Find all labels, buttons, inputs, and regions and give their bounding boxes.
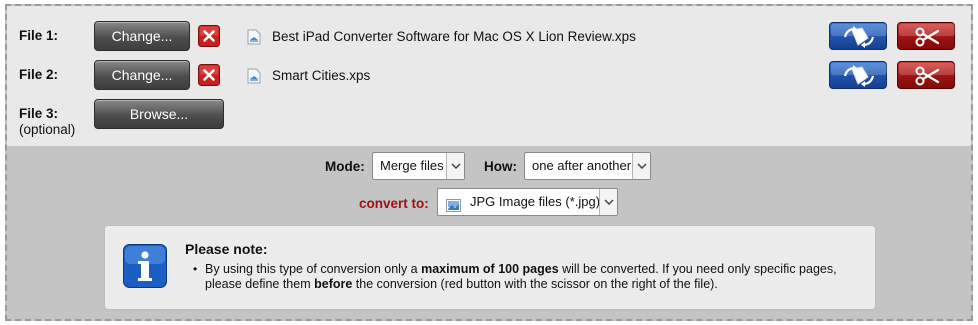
info-icon [123,244,167,288]
file-1-label: File 1: [19,28,59,43]
note-text: By using this type of conversion only a … [205,262,855,292]
conversion-options: Mode: Merge files How: one after another… [7,146,971,319]
mode-select-value: Merge files [380,158,444,173]
note-bold-max-pages: maximum of 100 pages [421,262,559,276]
how-label: How: [484,159,517,174]
chevron-down-icon [599,189,617,215]
convert-file-2-button[interactable] [829,61,887,89]
chevron-down-icon [632,153,650,179]
xps-file-icon [246,29,262,45]
change-file-2-button[interactable]: Change... [94,60,190,90]
file-list: File 1: Change... Best iPad Converter So… [7,6,971,146]
split-file-2-scissor-button[interactable] [897,61,955,89]
mode-select[interactable]: Merge files [372,152,465,180]
file-2-label: File 2: [19,67,59,82]
file-row-2: File 2: Change... Smart Cities.xps [7,58,971,92]
convert-to-label: convert to: [359,196,429,211]
file-2-name: Smart Cities.xps [272,68,371,83]
chevron-down-icon [446,153,464,179]
how-select-value: one after another [532,158,632,173]
note-text-part-1: By using this type of conversion only a [205,262,422,276]
jpg-image-icon [446,195,461,221]
note-title: Please note: [185,241,268,257]
convert-file-1-button[interactable] [829,22,887,50]
file-row-3: File 3: (optional) Browse... [7,97,971,137]
note-bold-before: before [314,277,353,291]
how-select[interactable]: one after another [524,152,651,180]
browse-file-3-button[interactable]: Browse... [94,99,224,129]
mode-label: Mode: [325,159,365,174]
file-3-optional-text: (optional) [19,122,76,137]
file-1-name: Best iPad Converter Software for Mac OS … [272,29,636,44]
remove-file-1-icon[interactable] [198,25,220,47]
xps-file-icon [246,68,262,84]
bullet-point: • [193,262,198,276]
change-file-1-button[interactable]: Change... [94,21,190,51]
please-note-box: Please note: • By using this type of con… [104,225,876,310]
remove-file-2-icon[interactable] [198,64,220,86]
note-text-part-3: the conversion (red button with the scis… [352,277,718,291]
convert-to-select[interactable]: JPG Image files (*.jpg) [437,188,618,216]
convert-to-value: JPG Image files (*.jpg) [470,194,601,209]
file-3-label-text: File 3: [19,106,59,121]
split-file-1-scissor-button[interactable] [897,22,955,50]
file-3-label: File 3: (optional) [19,106,75,138]
converter-panel: File 1: Change... Best iPad Converter So… [5,4,973,321]
file-row-1: File 1: Change... Best iPad Converter So… [7,19,971,53]
